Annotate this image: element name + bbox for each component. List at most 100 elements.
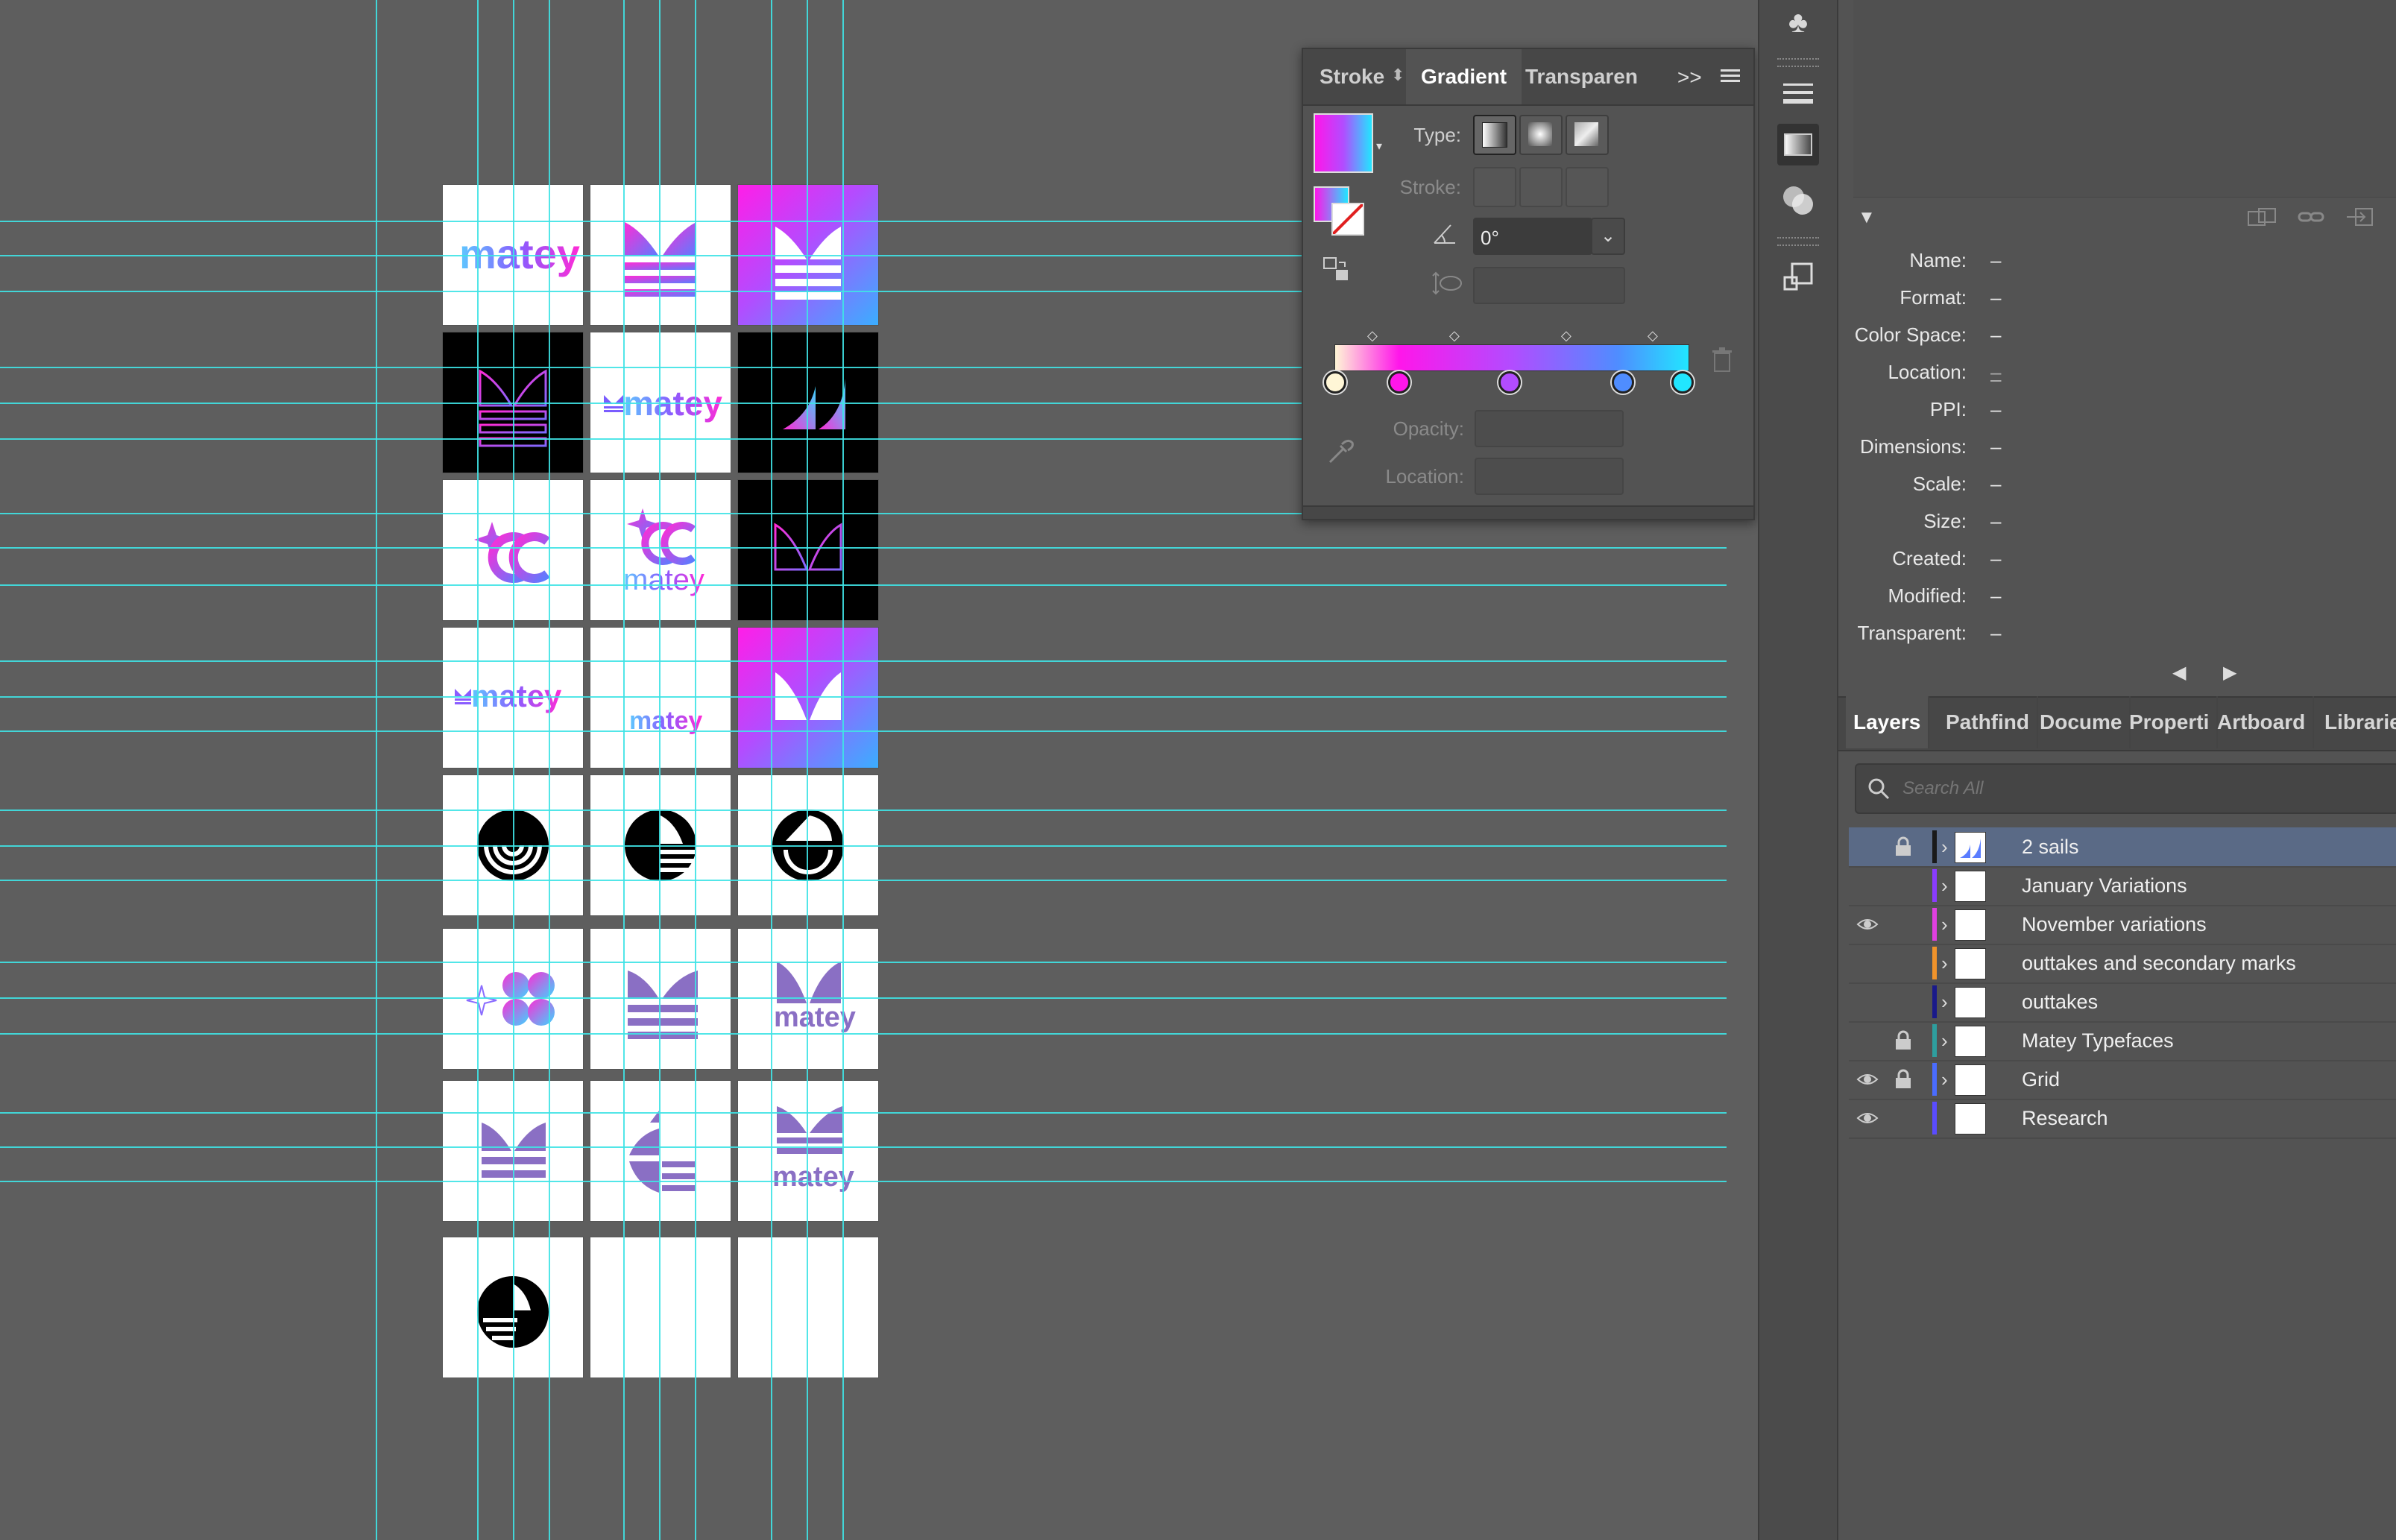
layer-row[interactable]: › Grid: [1849, 1060, 2396, 1100]
radial-gradient-button[interactable]: [1519, 115, 1563, 155]
layer-name[interactable]: Matey Typefaces: [2022, 1021, 2174, 1060]
angle-input[interactable]: 0°: [1473, 218, 1592, 255]
expand-chevron-icon[interactable]: ›: [1941, 827, 1948, 866]
guide-vertical[interactable]: [513, 0, 514, 1540]
guide-vertical[interactable]: [623, 0, 625, 1540]
guide-horizontal[interactable]: [0, 255, 1302, 256]
color-stop[interactable]: [1324, 371, 1346, 394]
guide-vertical[interactable]: [771, 0, 772, 1540]
layer-name[interactable]: Grid: [2022, 1060, 2060, 1099]
eye-icon[interactable]: [1856, 914, 1879, 935]
eye-icon[interactable]: [1856, 1069, 1879, 1090]
layer-name[interactable]: November variations: [2022, 905, 2207, 944]
eyedropper-icon[interactable]: [1325, 437, 1355, 467]
guide-vertical[interactable]: [807, 0, 808, 1540]
lock-icon[interactable]: [1894, 1069, 1913, 1090]
layers-search-input[interactable]: [1901, 774, 2381, 804]
asset-export-icon[interactable]: [1777, 256, 1819, 298]
aspect-ratio-input[interactable]: [1473, 267, 1625, 304]
previous-link-icon[interactable]: ◀: [2172, 662, 2186, 684]
guide-horizontal[interactable]: [0, 291, 1302, 292]
expand-chevron-icon[interactable]: ›: [1941, 1021, 1948, 1060]
gradient-panel[interactable]: Stroke ⬍ Gradient Transparen >> ▾ Type: …: [1302, 48, 1755, 520]
layer-row[interactable]: › outtakes: [1849, 982, 2396, 1023]
color-stop[interactable]: [1388, 371, 1410, 394]
guide-vertical[interactable]: [842, 0, 844, 1540]
color-stop[interactable]: [1498, 371, 1521, 394]
guide-horizontal[interactable]: [0, 221, 1302, 222]
guide-horizontal[interactable]: [0, 696, 1727, 698]
artboard-r7c2[interactable]: [590, 1081, 731, 1221]
guide-vertical[interactable]: [695, 0, 696, 1540]
dock-grip[interactable]: [1777, 58, 1819, 67]
guide-horizontal[interactable]: [0, 962, 1727, 963]
layer-row[interactable]: › 2 sails: [1849, 827, 2396, 868]
layer-row[interactable]: Research: [1849, 1099, 2396, 1139]
stroke-swatch[interactable]: [1331, 203, 1364, 236]
layer-row[interactable]: › outtakes and secondary marks: [1849, 944, 2396, 984]
guide-horizontal[interactable]: [0, 547, 1727, 549]
midpoint-marker[interactable]: ◇: [1367, 328, 1378, 344]
tab-artboards[interactable]: Artboard: [2210, 696, 2315, 748]
guide-horizontal[interactable]: [0, 367, 1302, 368]
guide-horizontal[interactable]: [0, 1033, 1727, 1035]
panel-resize-grip[interactable]: [1303, 505, 1753, 519]
guide-horizontal[interactable]: [0, 1146, 1727, 1148]
expand-chevron-icon[interactable]: ›: [1941, 944, 1948, 982]
guide-horizontal[interactable]: [0, 584, 1727, 586]
guide-horizontal[interactable]: [0, 997, 1727, 999]
tab-document-info[interactable]: Docume: [2032, 696, 2131, 748]
guide-horizontal[interactable]: [0, 730, 1727, 732]
guide-horizontal[interactable]: [0, 1112, 1727, 1114]
artboard-r6c2[interactable]: [590, 929, 731, 1069]
guide-horizontal[interactable]: [0, 660, 1727, 662]
next-link-icon[interactable]: ▶: [2223, 662, 2236, 684]
artboard-r3c3[interactable]: [738, 480, 878, 620]
expand-chevron-icon[interactable]: ›: [1941, 982, 1948, 1021]
guide-vertical[interactable]: [376, 0, 377, 1540]
go-to-link-icon[interactable]: [2296, 206, 2326, 228]
guide-vertical[interactable]: [477, 0, 479, 1540]
info-value-location[interactable]: –: [1990, 361, 2001, 384]
tab-transparency[interactable]: Transparen: [1525, 49, 1638, 104]
guide-horizontal[interactable]: [0, 403, 1302, 404]
guide-vertical[interactable]: [659, 0, 661, 1540]
lock-icon[interactable]: [1894, 1030, 1913, 1051]
artboard-r6c3[interactable]: matey: [738, 929, 878, 1069]
update-link-icon[interactable]: [2345, 206, 2380, 228]
delete-stop-icon[interactable]: [1712, 347, 1733, 373]
opacity-input[interactable]: [1475, 410, 1624, 447]
stroke-across-button[interactable]: [1566, 167, 1609, 207]
dock-grip[interactable]: [1777, 237, 1819, 246]
expand-chevron-icon[interactable]: ›: [1941, 1060, 1948, 1099]
artboard-r8c2[interactable]: [590, 1237, 731, 1378]
guide-horizontal[interactable]: [0, 438, 1302, 440]
layer-row[interactable]: › November variations: [1849, 905, 2396, 945]
panel-overflow-button[interactable]: >>: [1677, 66, 1702, 89]
gradient-panel-icon[interactable]: [1777, 124, 1819, 165]
guide-vertical[interactable]: [549, 0, 550, 1540]
layers-search-field[interactable]: [1855, 763, 2396, 814]
tab-resize-icon[interactable]: ⬍: [1391, 66, 1405, 85]
layer-name[interactable]: outtakes: [2022, 982, 2098, 1021]
gradient-slider[interactable]: [1334, 344, 1689, 371]
expand-chevron-icon[interactable]: ›: [1941, 866, 1948, 905]
angle-dropdown[interactable]: ⌄: [1591, 218, 1625, 255]
reverse-gradient-icon[interactable]: [1322, 256, 1349, 283]
artboard-r7c3[interactable]: matey: [738, 1081, 878, 1221]
color-stop[interactable]: [1671, 371, 1694, 394]
stroke-panel-icon[interactable]: [1777, 73, 1819, 115]
gradient-swatch[interactable]: [1314, 113, 1373, 173]
tab-gradient[interactable]: Gradient: [1406, 49, 1522, 104]
symbols-icon[interactable]: ♣: [1777, 1, 1819, 43]
transparency-panel-icon[interactable]: [1777, 179, 1819, 221]
tab-stroke[interactable]: Stroke: [1320, 49, 1384, 104]
guide-horizontal[interactable]: [0, 880, 1727, 881]
tab-properties[interactable]: Properti: [2122, 696, 2219, 748]
layer-row[interactable]: › Matey Typefaces: [1849, 1021, 2396, 1061]
guide-horizontal[interactable]: [0, 845, 1727, 847]
panel-menu-icon[interactable]: [1721, 64, 1740, 86]
stroke-along-button[interactable]: [1519, 167, 1563, 207]
lock-icon[interactable]: [1894, 836, 1913, 857]
artboard-r8c3[interactable]: [738, 1237, 878, 1378]
